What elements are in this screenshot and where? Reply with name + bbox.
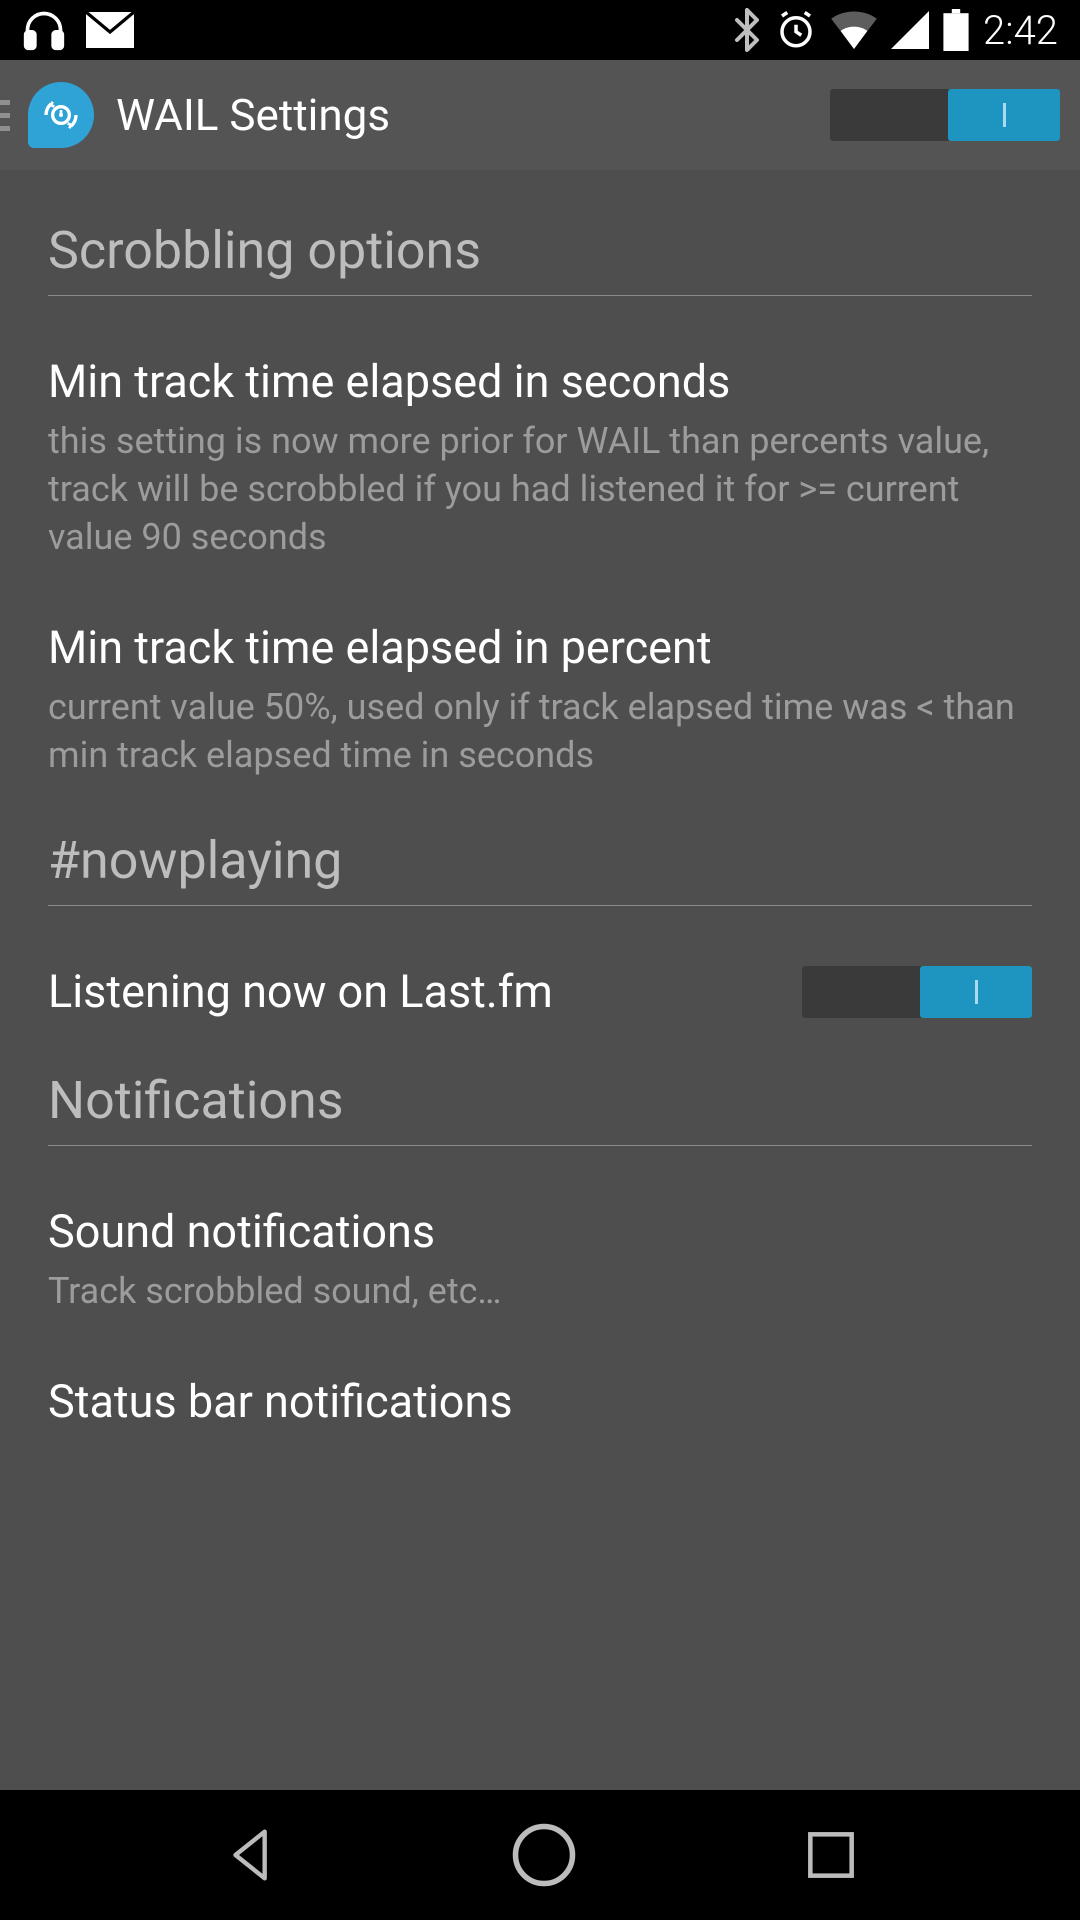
back-button[interactable] <box>218 1820 288 1890</box>
section-header-scrobbling: Scrobbling options <box>48 220 1032 296</box>
setting-title: Sound notifications <box>48 1204 1032 1260</box>
section-header-notifications: Notifications <box>48 1070 1032 1146</box>
wifi-icon <box>831 11 877 49</box>
status-bar: 2:42 <box>0 0 1080 60</box>
page-title: WAIL Settings <box>116 89 390 141</box>
setting-subtitle: this setting is now more prior for WAIL … <box>48 418 1032 562</box>
recents-button[interactable] <box>800 1824 862 1886</box>
setting-subtitle: Track scrobbled sound, etc… <box>48 1268 1032 1316</box>
setting-min-seconds[interactable]: Min track time elapsed in seconds this s… <box>48 354 1032 562</box>
setting-statusbar-notifications[interactable]: Status bar notifications <box>48 1374 1032 1430</box>
alarm-icon <box>775 9 817 51</box>
mail-icon <box>86 12 134 48</box>
setting-title: Min track time elapsed in seconds <box>48 354 1032 410</box>
nav-drawer-icon[interactable] <box>0 100 10 131</box>
home-button[interactable] <box>506 1817 582 1893</box>
setting-title: Status bar notifications <box>48 1374 1032 1430</box>
master-toggle[interactable] <box>830 89 1060 141</box>
action-bar: WAIL Settings <box>0 60 1080 170</box>
setting-subtitle: current value 50%, used only if track el… <box>48 684 1032 780</box>
setting-listening-now[interactable]: Listening now on Last.fm <box>48 964 1032 1020</box>
bluetooth-icon <box>733 8 761 52</box>
app-logo-icon <box>28 82 94 148</box>
section-header-nowplaying: #nowplaying <box>48 830 1032 906</box>
cell-signal-icon <box>891 11 929 49</box>
battery-icon <box>943 9 969 51</box>
listening-now-toggle[interactable] <box>802 966 1032 1018</box>
setting-min-percent[interactable]: Min track time elapsed in percent curren… <box>48 620 1032 780</box>
setting-sound-notifications[interactable]: Sound notifications Track scrobbled soun… <box>48 1204 1032 1316</box>
status-clock: 2:42 <box>983 7 1058 54</box>
headphones-icon <box>22 8 66 52</box>
setting-title: Min track time elapsed in percent <box>48 620 1032 676</box>
settings-list[interactable]: Scrobbling options Min track time elapse… <box>0 170 1080 1790</box>
navigation-bar <box>0 1790 1080 1920</box>
setting-title: Listening now on Last.fm <box>48 964 772 1020</box>
